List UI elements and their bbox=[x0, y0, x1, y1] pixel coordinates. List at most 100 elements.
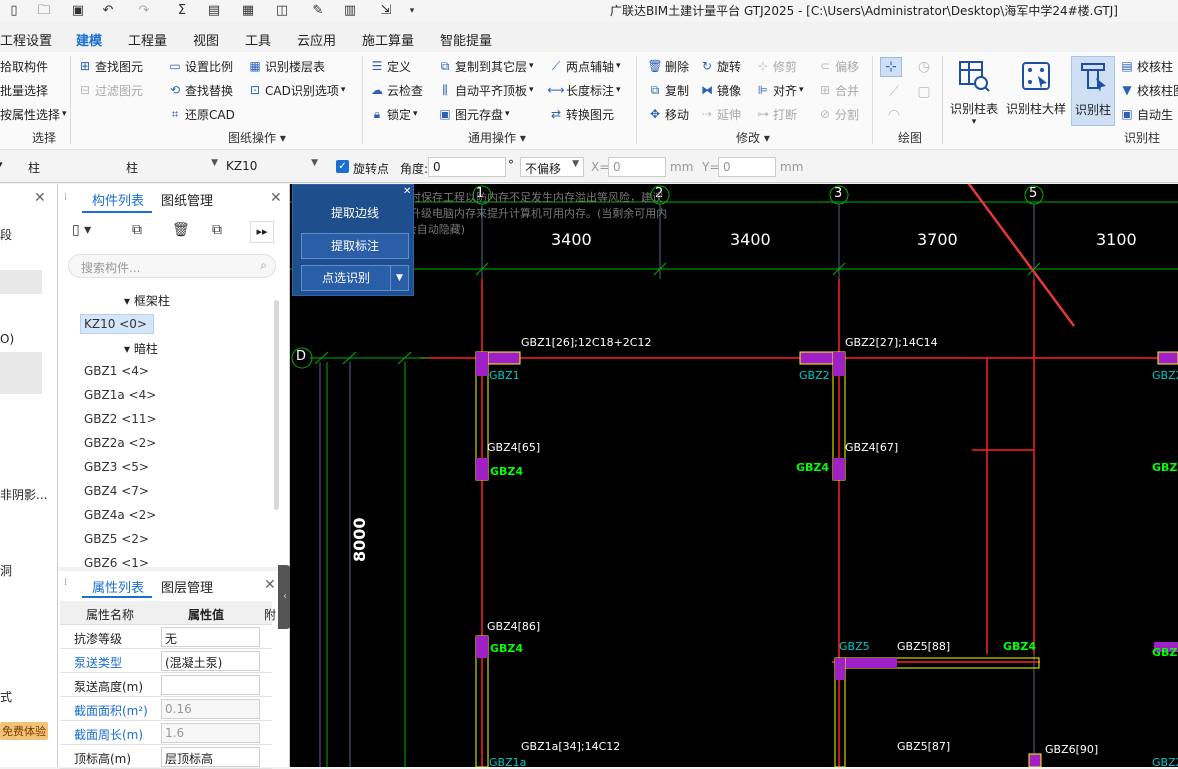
tab-property-list[interactable]: 属性列表 bbox=[92, 577, 144, 596]
filter-element-button[interactable]: ⊟ 过滤图元 bbox=[78, 80, 143, 100]
extract-edge-button[interactable]: 提取边线 bbox=[301, 201, 409, 227]
view-icon[interactable]: ◫ bbox=[274, 3, 290, 19]
rotate-point-checkbox[interactable]: ✓ bbox=[336, 160, 349, 173]
property-value[interactable]: 层顶标高 bbox=[161, 747, 260, 767]
cad-canvas[interactable]: 1 2 3 5 D 3400 3400 3700 3100 8000 GBZ1[… bbox=[290, 184, 1178, 767]
rotate-button[interactable]: ↻ 旋转 bbox=[700, 56, 741, 76]
angle-input[interactable]: 0 bbox=[428, 157, 506, 177]
auto-align-slab-button[interactable]: ⫼ 自动平齐顶板 ▾ bbox=[438, 80, 533, 100]
offset-button[interactable]: ⊂ 偏移 bbox=[818, 56, 859, 76]
tab-view[interactable]: 视图 bbox=[193, 30, 219, 49]
sum-icon[interactable]: Σ bbox=[174, 3, 190, 19]
component-type-combo[interactable]: 柱 ▼ bbox=[122, 157, 222, 177]
find-replace-button[interactable]: ⟲ 查找替换 bbox=[168, 80, 233, 100]
new-file-icon[interactable]: ▯ bbox=[6, 3, 22, 19]
tree-group-hidden-column[interactable]: ▾ 暗柱 bbox=[124, 340, 158, 357]
duplicate-icon[interactable]: ⧉ bbox=[212, 222, 232, 242]
check-column-button[interactable]: ▤ 校核柱 bbox=[1120, 56, 1173, 76]
property-value[interactable]: 无 bbox=[161, 627, 260, 647]
pick-component-button[interactable]: 拾取构件 bbox=[0, 56, 48, 76]
save-element-button[interactable]: ▣ 图元存盘 ▾ bbox=[438, 104, 509, 124]
lock-button[interactable]: 🔒︎ 锁定 ▾ bbox=[370, 104, 418, 124]
qa-dropdown-icon[interactable]: ▾ bbox=[404, 3, 420, 19]
column-gbz6[interactable] bbox=[1028, 753, 1042, 767]
open-folder-icon[interactable]: 🗀 bbox=[36, 3, 52, 19]
tree-group-frame-column[interactable]: ▾ 框架柱 bbox=[124, 292, 170, 309]
tree-item[interactable]: KZ10 <0> bbox=[84, 317, 147, 331]
nav-item[interactable]: 段 bbox=[0, 226, 12, 243]
cad-options-button[interactable]: ⊡ CAD识别选项 ▾ bbox=[248, 80, 345, 100]
copy-component-icon[interactable]: ⧉ bbox=[132, 222, 152, 242]
tab-construction[interactable]: 施工算量 bbox=[362, 30, 414, 49]
find-element-button[interactable]: ⊞ 查找图元 bbox=[78, 56, 143, 76]
recognize-column-detail-button[interactable]: 识别柱大样 bbox=[1004, 56, 1068, 126]
dropdown-arrow-icon[interactable]: ▼ bbox=[390, 266, 408, 290]
extend-button[interactable]: ⇢ 延伸 bbox=[700, 104, 741, 124]
tab-cloud[interactable]: 云应用 bbox=[297, 30, 336, 49]
property-value[interactable]: 0.16 bbox=[161, 699, 260, 719]
copy-button[interactable]: ⧉ 复制 bbox=[648, 80, 689, 100]
column-gbz2-right[interactable] bbox=[1157, 351, 1178, 365]
property-value[interactable]: (混凝土泵) bbox=[161, 651, 260, 671]
two-point-axis-button[interactable]: ⟋ 两点辅轴 ▾ bbox=[549, 56, 621, 76]
delete-component-icon[interactable]: 🗑︎ bbox=[172, 222, 192, 242]
nav-item-selected[interactable] bbox=[0, 270, 42, 294]
tree-item[interactable]: GBZ2a <2> bbox=[84, 436, 156, 450]
tab-project-settings[interactable]: 工程设置 bbox=[0, 30, 52, 49]
define-button[interactable]: ☰ 定义 bbox=[370, 56, 411, 76]
set-scale-button[interactable]: ▭ 设置比例 bbox=[168, 56, 233, 76]
drag-handle-icon[interactable]: ⁞ bbox=[64, 192, 67, 203]
undo-icon[interactable]: ↶ bbox=[100, 3, 116, 19]
nav-item[interactable]: 洞 bbox=[0, 562, 12, 579]
convert-element-button[interactable]: ⇄ 转换图元 bbox=[549, 104, 614, 124]
export-icon[interactable]: ⇲ bbox=[378, 3, 394, 19]
tab-component-list[interactable]: 构件列表 bbox=[92, 190, 144, 209]
tree-item[interactable]: GBZ4 <7> bbox=[84, 484, 149, 498]
pen-icon[interactable]: ✎ bbox=[310, 3, 326, 19]
rotate-point-icon[interactable]: ◷ bbox=[914, 57, 934, 77]
recognize-column-button[interactable]: 识别柱 bbox=[1071, 56, 1115, 126]
move-button[interactable]: ✥ 移动 bbox=[648, 104, 689, 124]
x-input[interactable]: 0 bbox=[608, 157, 666, 177]
save-icon[interactable]: ▣ bbox=[70, 3, 86, 19]
new-component-icon[interactable]: ▯ ▾ bbox=[72, 222, 112, 242]
tab-modeling[interactable]: 建模 bbox=[76, 30, 103, 54]
tab-layer-manage[interactable]: 图层管理 bbox=[161, 577, 213, 596]
tab-smart-quantity[interactable]: 智能提量 bbox=[440, 30, 492, 49]
trim-button[interactable]: ⊹ 修剪 bbox=[756, 56, 797, 76]
tree-item[interactable]: GBZ3 <5> bbox=[84, 460, 149, 474]
tree-item[interactable]: GBZ1a <4> bbox=[84, 388, 156, 402]
line-icon[interactable]: ⟋ bbox=[884, 82, 904, 102]
close-icon[interactable]: ✕ bbox=[34, 190, 46, 206]
close-icon[interactable]: ✕ bbox=[403, 186, 411, 197]
tree-item[interactable]: GBZ6 <1> bbox=[84, 556, 149, 567]
arc-icon[interactable]: ◠ bbox=[884, 105, 904, 125]
length-dimension-button[interactable]: ⟷ 长度标注 ▾ bbox=[547, 80, 620, 100]
nav-item[interactable]: 非阴影... bbox=[0, 486, 47, 503]
point-recognize-button[interactable]: 点选识别 ▼ bbox=[301, 265, 409, 291]
floor-type-combo[interactable]: ▾ 柱 bbox=[0, 157, 120, 177]
tab-quantities[interactable]: 工程量 bbox=[128, 30, 167, 49]
extract-label-button[interactable]: 提取标注 bbox=[301, 233, 409, 259]
mirror-button[interactable]: ⧓ 镜像 bbox=[700, 80, 741, 100]
nav-item-highlight[interactable] bbox=[0, 352, 42, 394]
merge-button[interactable]: ⊞ 合并 bbox=[818, 80, 859, 100]
align-button[interactable]: ⊫ 对齐 ▾ bbox=[756, 80, 804, 100]
tab-tools[interactable]: 工具 bbox=[245, 30, 271, 49]
scrollbar[interactable] bbox=[274, 300, 279, 510]
redo-icon[interactable]: ↷ bbox=[136, 3, 152, 19]
tree-item[interactable]: GBZ4a <2> bbox=[84, 508, 156, 522]
more-icon[interactable]: ▸▸ bbox=[250, 221, 274, 243]
restore-cad-button[interactable]: ⌗ 还原CAD bbox=[168, 104, 235, 124]
auto-generate-button[interactable]: ▣ 自动生 bbox=[1120, 104, 1173, 124]
search-input[interactable]: 搜索构件... ⌕ bbox=[68, 254, 276, 278]
component-name-combo[interactable]: KZ10 ▼ bbox=[222, 157, 322, 177]
recognize-floor-table-button[interactable]: ▦ 识别楼层表 bbox=[248, 56, 325, 76]
y-input[interactable]: 0 bbox=[718, 157, 776, 177]
batch-select-button[interactable]: 批量选择 bbox=[0, 80, 48, 100]
tab-drawing-manage[interactable]: 图纸管理 bbox=[161, 190, 213, 209]
point-draw-icon[interactable]: ⊹ bbox=[880, 57, 902, 77]
split-button[interactable]: ⊘ 分割 bbox=[818, 104, 859, 124]
offset-combo[interactable]: 不偏移 ▼ bbox=[520, 157, 584, 177]
rect-icon[interactable]: ▢ bbox=[914, 82, 934, 102]
